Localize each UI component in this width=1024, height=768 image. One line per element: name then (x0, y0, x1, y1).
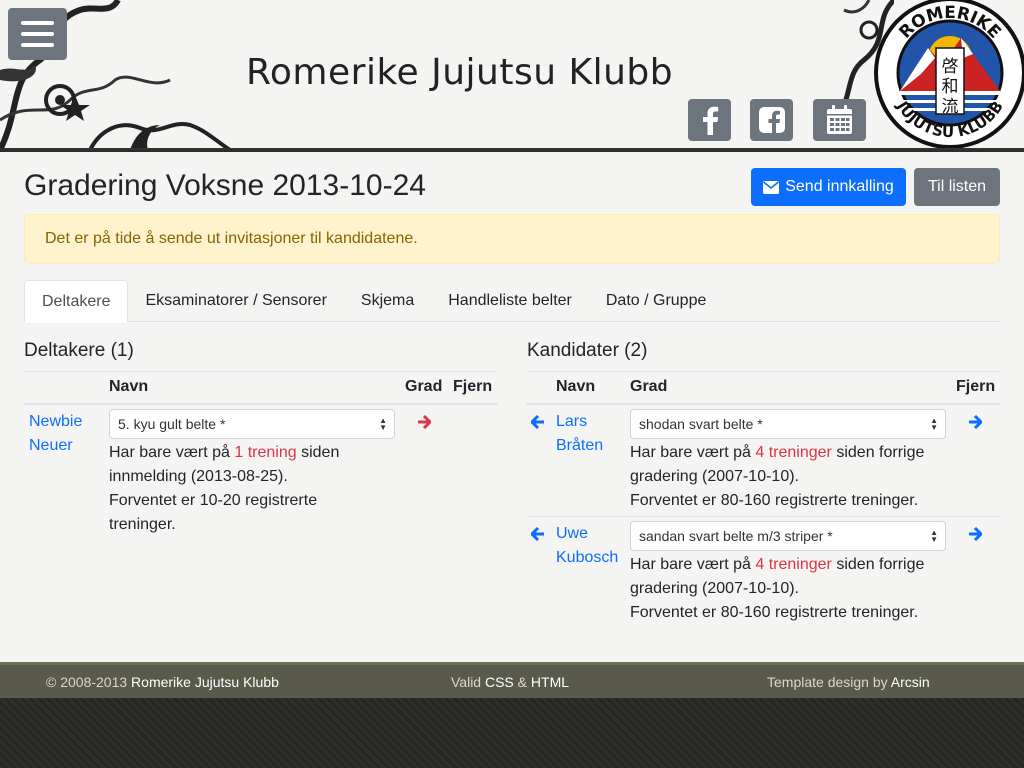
logo-kanji-2: 和 (942, 77, 959, 96)
club-logo[interactable]: 啓 和 流 ROMERIKE JUJUTSU KLUBB (873, 0, 1024, 150)
site-title: Romerike Jujutsu Klubb (246, 52, 674, 93)
move-to-candidates-arrow-right-icon[interactable] (417, 415, 431, 429)
back-to-list-button[interactable]: Til listen (914, 168, 1000, 206)
select-caret-icon: ▲ ▼ (379, 416, 387, 432)
move-to-participants-arrow-left-icon[interactable] (531, 527, 545, 541)
menu-button[interactable] (8, 8, 67, 60)
footer-club-link[interactable]: Romerike Jujutsu Klubb (131, 674, 279, 690)
candidate-grade-value: shodan svart belte * (639, 416, 763, 432)
candidate-grade-select[interactable]: sandan svart belte m/3 striper * ▲ ▼ (630, 521, 946, 551)
facebook-group-button[interactable] (750, 99, 793, 141)
footer-validation: Valid CSS & HTML (451, 674, 570, 690)
candidate-last-name: Bråten (556, 437, 604, 454)
facebook-square-icon (758, 107, 785, 134)
site-footer: © 2008-2013 Romerike Jujutsu Klubb Valid… (0, 662, 1024, 698)
site-header: Romerike Jujutsu Klubb 啓 和 流 ROMERIKE JU… (0, 0, 1024, 150)
candidate-last-name: Kubosch (556, 549, 619, 566)
footer-designer-link[interactable]: Arcsin (891, 674, 930, 690)
menu-icon-bar (21, 43, 54, 47)
main-content: Gradering Voksne 2013-10-24 Send innkall… (0, 152, 1024, 662)
remove-candidate-arrow-right-icon[interactable] (968, 527, 982, 541)
candidates-header-remove: Fjern (956, 378, 996, 395)
candidates-header-divider (527, 403, 1000, 405)
candidates-top-divider (527, 371, 1000, 372)
participant-name-link[interactable]: Newbie Neuer (29, 410, 82, 458)
participants-header-name: Navn (109, 378, 149, 395)
participant-grade-value: 5. kyu gult belte * (118, 416, 226, 432)
participants-top-divider (24, 371, 497, 372)
logo-kanji-1: 啓 (942, 57, 959, 76)
candidates-header-grade: Grad (630, 378, 668, 395)
participants-header-grade: Grad (405, 378, 443, 395)
tab-deltakere[interactable]: Deltakere (24, 280, 129, 323)
candidates-title: Kandidater (2) (527, 340, 648, 361)
facebook-button[interactable] (688, 99, 731, 141)
participant-grade-select[interactable]: 5. kyu gult belte * ▲ ▼ (109, 409, 395, 439)
footer-template-credit: Template design by Arcsin (767, 674, 930, 690)
candidate-training-info: Har bare vært på 4 treninger siden forri… (630, 556, 925, 621)
page-background-texture (0, 698, 1024, 768)
candidate-name-link[interactable]: Lars Bråten (556, 410, 603, 458)
select-caret-icon: ▲ ▼ (930, 528, 938, 544)
candidates-header-name: Navn (556, 378, 596, 395)
participant-first-name: Newbie (29, 413, 83, 430)
tab-dato-gruppe[interactable]: Dato / Gruppe (589, 280, 724, 322)
invitation-alert: Det er på tide å sende ut invitasjoner t… (24, 214, 1000, 264)
select-caret-icon: ▲ ▼ (930, 416, 938, 432)
candidate-first-name: Lars (556, 413, 588, 430)
participants-header-remove: Fjern (453, 378, 493, 395)
participant-last-name: Neuer (29, 437, 73, 454)
calendar-button[interactable] (813, 99, 866, 141)
candidate-training-info: Har bare vært på 4 treninger siden forri… (630, 444, 925, 509)
participants-title: Deltakere (1) (24, 340, 134, 361)
send-invitation-button[interactable]: Send innkalling (751, 168, 906, 206)
candidate-first-name: Uwe (556, 525, 589, 542)
move-to-participants-arrow-left-icon[interactable] (531, 415, 545, 429)
tab-bar: Deltakere Eksaminatorer / Sensorer Skjem… (24, 280, 1000, 323)
tab-eksaminatorer[interactable]: Eksaminatorer / Sensorer (128, 280, 343, 322)
candidate-row-divider (527, 516, 1000, 517)
remove-candidate-arrow-right-icon[interactable] (968, 415, 982, 429)
candidate-grade-value: sandan svart belte m/3 striper * (639, 528, 833, 544)
footer-css-link[interactable]: CSS (485, 674, 514, 690)
candidate-grade-select[interactable]: shodan svart belte * ▲ ▼ (630, 409, 946, 439)
calendar-icon (827, 105, 852, 134)
tab-skjema[interactable]: Skjema (344, 280, 431, 322)
page-title: Gradering Voksne 2013-10-24 (24, 169, 426, 202)
logo-kanji-3: 流 (942, 97, 959, 116)
envelope-icon (763, 180, 780, 194)
tab-handleliste[interactable]: Handleliste belter (431, 280, 589, 322)
menu-icon-bar (21, 21, 54, 25)
facebook-icon (702, 106, 718, 135)
send-invitation-label: Send innkalling (785, 178, 894, 195)
footer-copyright: © 2008-2013 Romerike Jujutsu Klubb (46, 674, 279, 690)
candidate-name-link[interactable]: Uwe Kubosch (556, 522, 618, 570)
menu-icon-bar (21, 32, 54, 36)
footer-html-link[interactable]: HTML (531, 674, 569, 690)
participant-training-info: Har bare vært på 1 trening siden innmeld… (109, 444, 340, 533)
participants-header-divider (24, 403, 497, 405)
